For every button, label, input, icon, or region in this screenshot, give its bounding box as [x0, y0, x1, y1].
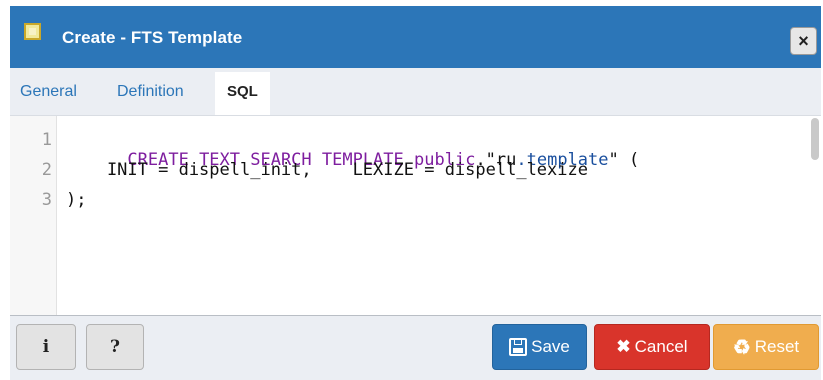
reset-label: Reset	[754, 337, 800, 356]
tab-definition[interactable]: Definition	[117, 83, 184, 101]
line-number-gutter: 1 2 3	[10, 116, 57, 316]
sql-editor[interactable]: 1 2 3 CREATE TEXT SEARCH TEMPLATE public…	[10, 115, 821, 316]
code-line: );	[66, 190, 97, 210]
line-number: 3	[41, 190, 52, 210]
code-token: " (	[608, 150, 640, 170]
cancel-label: Cancel	[634, 337, 688, 356]
create-fts-template-dialog: Create - FTS Template × General Definiti…	[0, 0, 823, 380]
close-button[interactable]: ×	[790, 27, 817, 55]
floppy-disk-icon	[509, 338, 528, 356]
cancel-button[interactable]: ✖ Cancel	[594, 324, 710, 370]
save-label: Save	[531, 337, 570, 356]
info-button[interactable]: i	[16, 324, 76, 370]
code-line: INIT = dispell_init, LEXIZE = dispell_le…	[66, 160, 588, 180]
line-number: 1	[41, 130, 52, 150]
dialog-footer: i ? Save ✖ Cancel ♻ Reset	[10, 315, 821, 380]
line-number: 2	[41, 160, 52, 180]
recycle-icon: ♻	[732, 336, 751, 359]
tab-general[interactable]: General	[20, 83, 77, 101]
fts-template-icon	[24, 23, 41, 40]
help-button[interactable]: ?	[86, 324, 144, 370]
reset-button[interactable]: ♻ Reset	[713, 324, 819, 370]
x-icon: ✖	[616, 337, 631, 356]
save-button[interactable]: Save	[492, 324, 587, 370]
dialog-title: Create - FTS Template	[62, 28, 243, 47]
editor-scrollbar[interactable]	[811, 118, 819, 160]
tab-sql[interactable]: SQL	[215, 72, 270, 115]
tab-bar: General Definition SQL	[10, 68, 821, 115]
dialog-title-bar[interactable]: Create - FTS Template ×	[10, 0, 821, 68]
